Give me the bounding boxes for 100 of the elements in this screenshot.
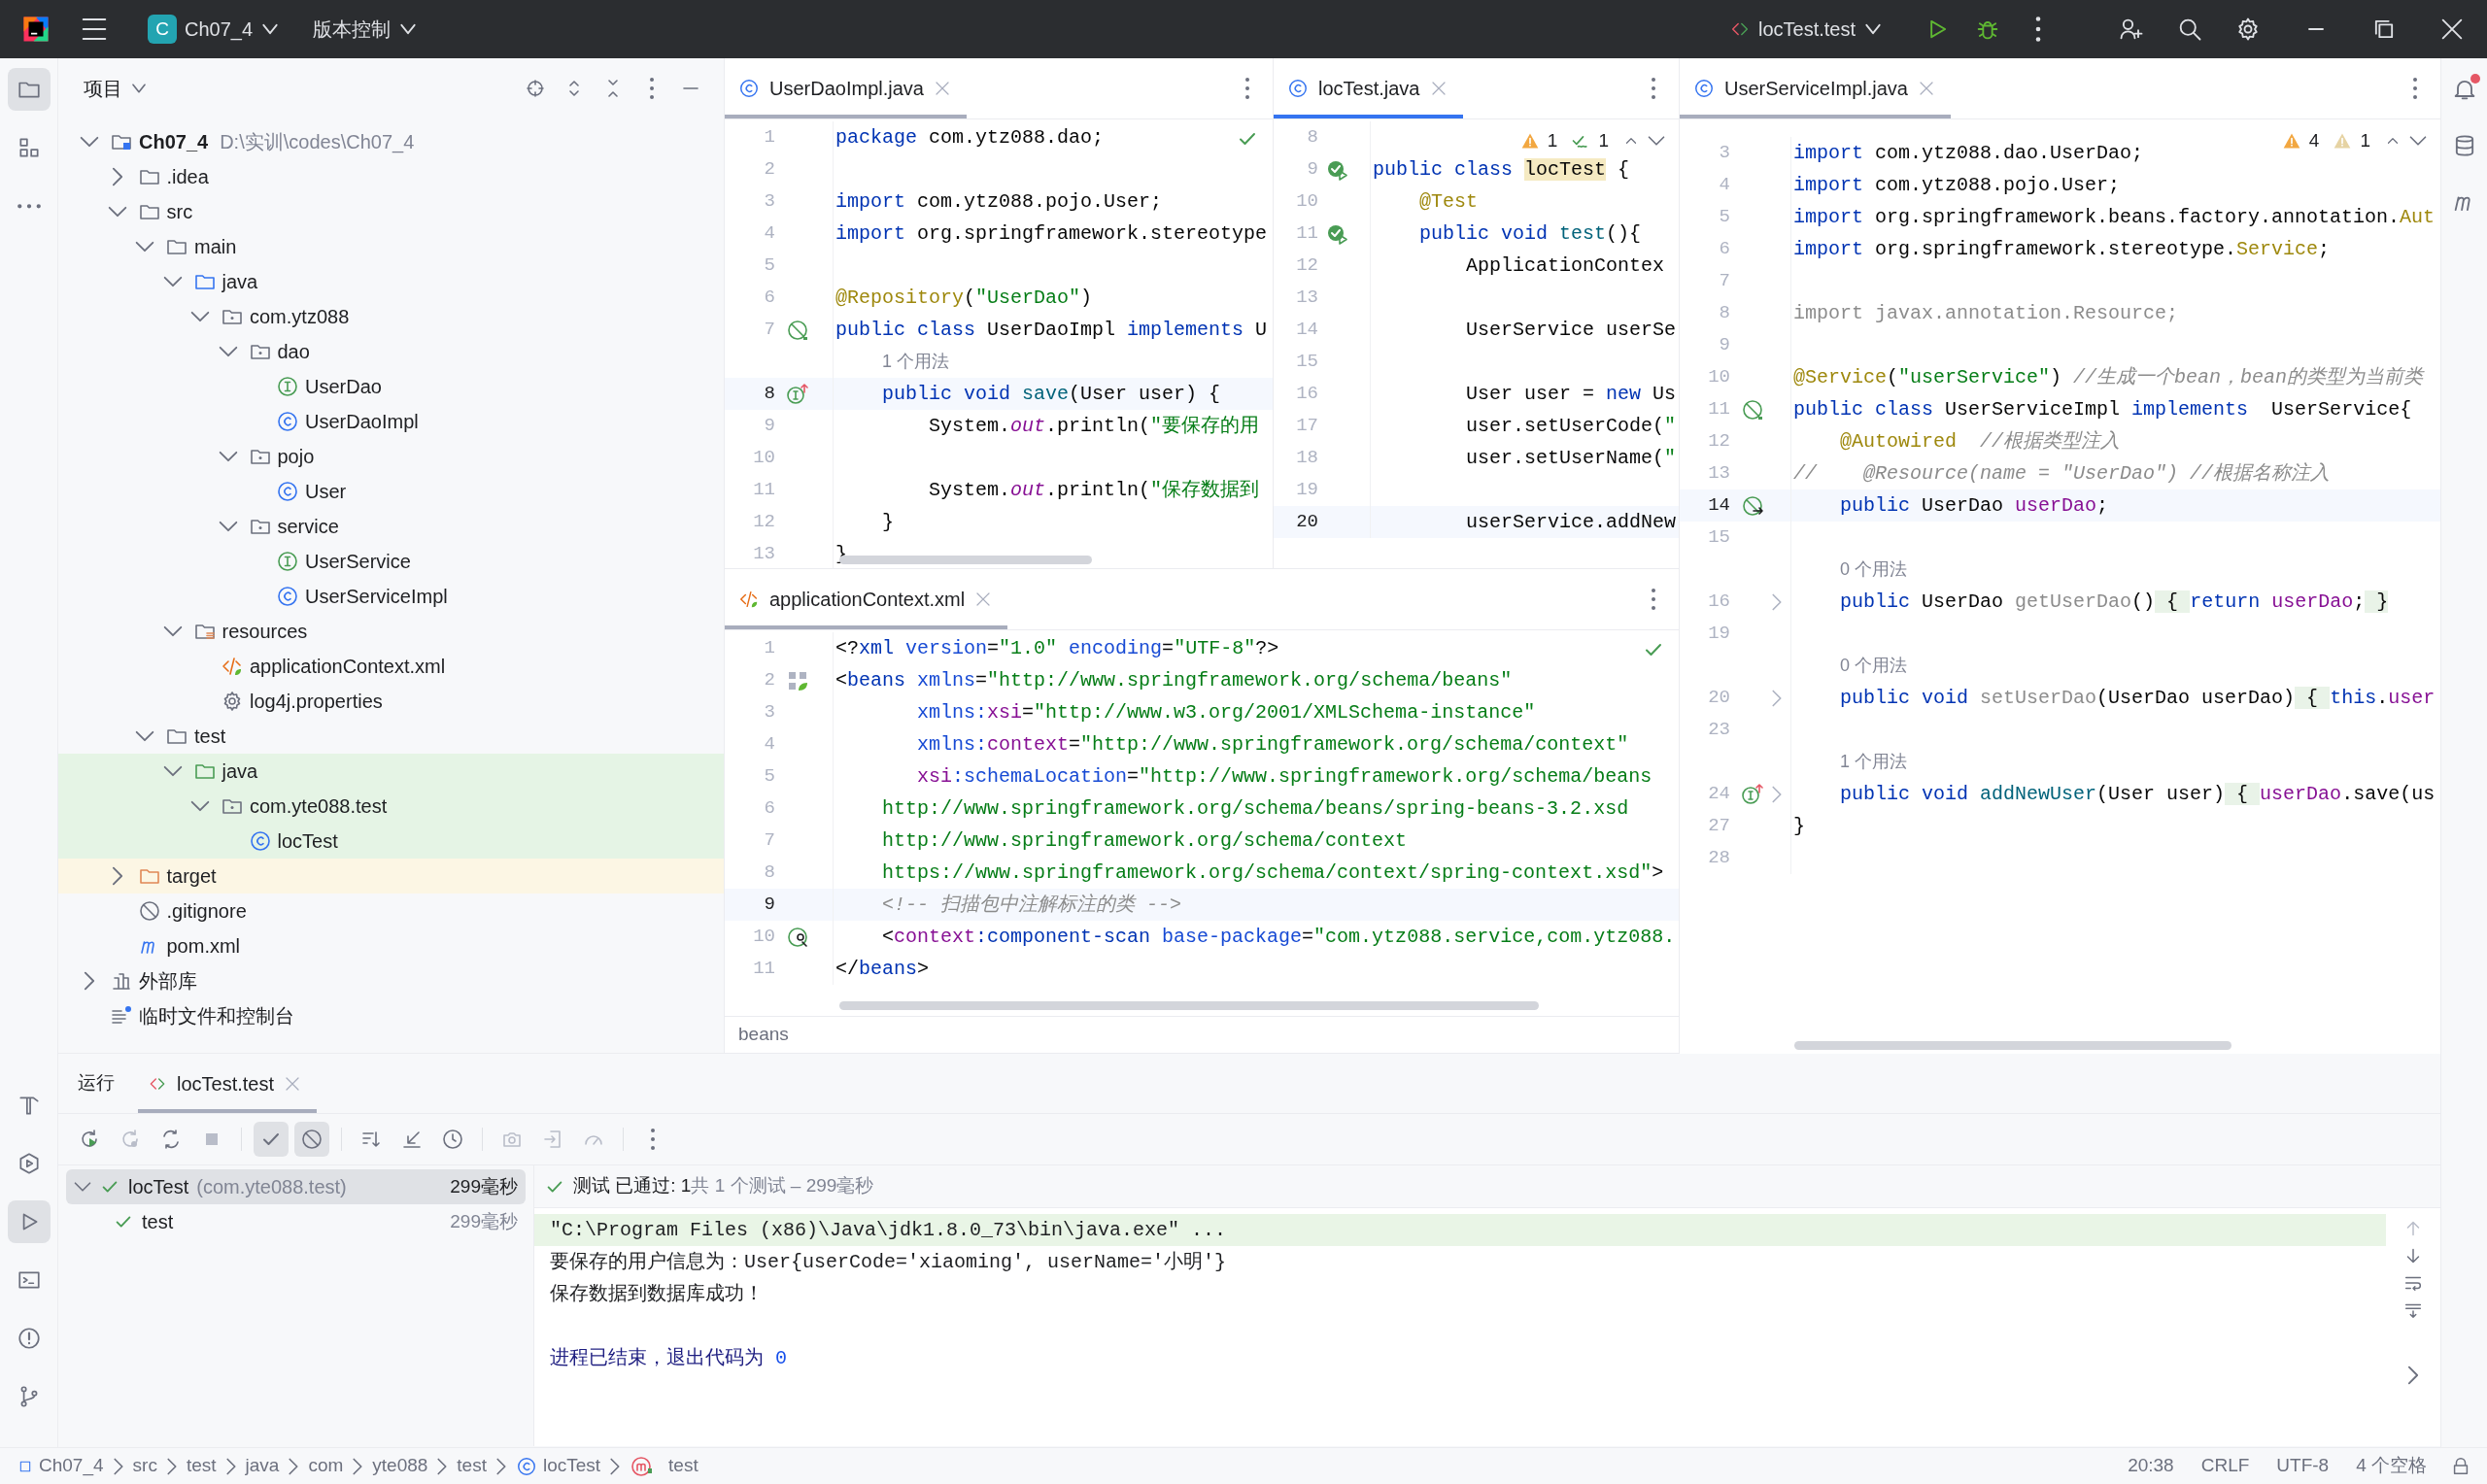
class-icon [515,1455,537,1477]
code-line: public class UserServiceImpl implements UserService{ [1792,396,2412,422]
locate-icon[interactable] [524,77,547,100]
breadcrumb-item[interactable]: test [457,1452,487,1480]
code-line: } [881,509,894,535]
tree-item[interactable]: com.ytz088 [58,299,724,334]
tree-item[interactable]: .gitignore [58,894,724,928]
line-number: 9 [763,893,775,918]
class-icon [1693,78,1715,99]
tree-item[interactable]: UserService [58,544,724,579]
code-line: <!-- 扫描包中注解标注的类 --> [881,892,1182,918]
tree-item[interactable]: log4j.properties [58,684,724,719]
tree-item[interactable]: com.yte088.test [58,789,724,824]
breadcrumb-item[interactable]: locTest [515,1452,601,1480]
interface-arrow-icon[interactable] [786,382,809,406]
vcs-menu[interactable]: 版本控制 [303,9,428,50]
line-number: 16 [1707,590,1730,615]
run-tool-button[interactable] [7,1200,51,1243]
line-number: 4 [1718,173,1730,198]
line-number: 8 [1306,125,1318,151]
status-item[interactable]: 20:38 [2128,1452,2174,1480]
breadcrumb-item[interactable]: com [308,1452,344,1480]
line-number: 20 [1707,686,1730,711]
usage-hint[interactable]: 1 个用法 [834,349,949,375]
line-number: 8 [763,382,775,407]
tree-item[interactable]: locTest [58,824,724,859]
test-tree-item[interactable]: locTest (com.yte088.test) 299毫秒 [66,1169,526,1204]
tree-item[interactable]: test [58,719,724,754]
line-number: 15 [1707,525,1730,551]
breadcrumb-item[interactable]: src [132,1452,157,1480]
slashed-circle-arrow-icon[interactable] [1741,493,1764,518]
tree-item[interactable]: resources [58,614,724,649]
code-line: <beans xmlns="http://www.springframework.org/schema/beans" [835,667,1513,693]
tree-item[interactable]: java [58,754,724,789]
breadcrumb-item[interactable]: test [630,1452,698,1480]
project-tool-button[interactable] [7,68,51,111]
run-tab[interactable]: locTest.test [138,1054,318,1113]
line-number: 1 [763,636,775,661]
search-circle-icon[interactable] [786,925,809,949]
tree-item[interactable]: 外部库 [58,963,724,998]
usage-hint[interactable]: 0 个用法 [1791,653,1907,679]
tree-item[interactable]: pojo [58,439,724,474]
tree-item[interactable]: dao [58,334,724,369]
line-number: 13 [1707,461,1730,487]
project-selector[interactable]: C Ch07_4 [138,9,290,50]
breadcrumb-item[interactable]: yte088 [372,1452,428,1480]
tree-item[interactable]: pom.xml [58,928,724,963]
view-selector[interactable]: 项目 [78,70,153,107]
usage-hint[interactable]: 1 个用法 [1791,749,1907,775]
code-line: import org.springframework.stereotype.Service; [1792,236,2331,262]
test-tree-item[interactable]: test 299毫秒 [66,1204,526,1239]
editor-tab[interactable]: UserServiceImpl.java [1680,58,1951,118]
ignored-icon[interactable] [300,1128,324,1151]
tree-item[interactable]: Ch07_4 D:\实训\codes\Ch07_4 [58,124,724,159]
tree-item[interactable]: main [58,229,724,264]
tree-item[interactable]: 临时文件和控制台 [58,998,724,1033]
tree-item[interactable]: UserDao [58,369,724,404]
tree-item[interactable]: java [58,264,724,299]
tree-item[interactable]: UserDaoImpl [58,404,724,439]
scrollbar[interactable] [839,1001,1539,1010]
tree-item[interactable]: .idea [58,159,724,194]
editor-tab[interactable]: applicationContext.xml [725,569,1008,629]
tree-item[interactable]: User [58,474,724,509]
interface-arrow-icon[interactable] [1741,782,1764,806]
usage-hint[interactable]: 0 个用法 [1791,556,1907,583]
code-line: } [1792,813,1805,839]
code-line: <context:component-scan base-package="com.ytz088.service,com.ytz088. [881,924,1676,950]
tree-item[interactable]: target [58,859,724,894]
tree-item[interactable]: UserServiceImpl [58,579,724,614]
status-item[interactable]: 4 个空格 [2356,1452,2427,1480]
tree-item[interactable]: applicationContext.xml [58,649,724,684]
line-number: 14 [1707,493,1730,519]
breadcrumb-item[interactable]: Ch07_4 [17,1452,104,1480]
slashed-circle-icon[interactable] [786,318,809,342]
editor-tab[interactable]: UserDaoImpl.java [725,58,967,118]
line-number: 10 [752,446,775,471]
editor-tab[interactable]: locTest.java [1274,58,1463,118]
line-number: 9 [763,414,775,439]
app-logo [21,15,51,44]
status-item[interactable]: UTF-8 [2276,1452,2330,1480]
breadcrumb-item[interactable]: java [245,1452,280,1480]
tree-item[interactable]: service [58,509,724,544]
summary-text: 测试 已通过: 1 [573,1174,692,1198]
clock-icon[interactable] [441,1128,464,1151]
run-config-selector[interactable]: locTest.test [1719,9,1892,50]
tree-item[interactable]: src [58,194,724,229]
path-text: D:\实训\codes\Ch07_4 [220,130,415,155]
breadcrumb-item[interactable]: test [186,1452,217,1480]
status-item[interactable]: CRLF [2200,1452,2250,1480]
scrollbar[interactable] [1794,1041,2231,1050]
line-number: 8 [763,860,775,886]
line-number: 19 [1707,622,1730,647]
line-number: 12 [1295,253,1318,279]
slashed-circle-icon[interactable] [1741,397,1764,422]
code-line: import com.ytz088.pojo.User; [1792,172,2121,198]
code-line: import com.ytz088.dao.UserDao; [1792,140,2144,166]
line-number: 5 [763,764,775,790]
breadcrumb-item[interactable]: beans [738,1021,789,1049]
line-number: 11 [1295,221,1318,247]
code-line: public UserDao userDao; [1839,492,2109,519]
